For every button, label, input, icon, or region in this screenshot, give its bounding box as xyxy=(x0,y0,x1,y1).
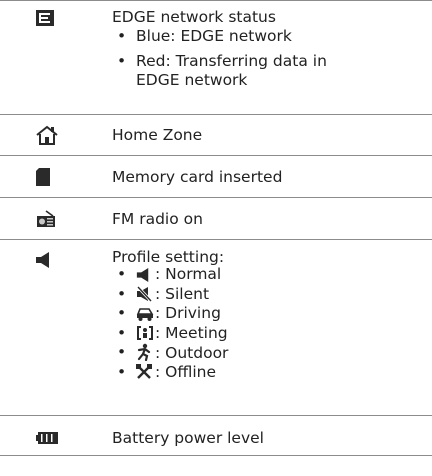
memory-card-icon xyxy=(36,168,50,186)
status-icon-table: EDGE network status Blue: EDGE network R… xyxy=(0,0,432,456)
running-person-icon xyxy=(136,343,154,361)
speaker-icon xyxy=(36,252,49,268)
profile-label: : Normal xyxy=(155,265,222,283)
row-title: Battery power level xyxy=(112,429,264,447)
table-row-memory-card: Memory card inserted xyxy=(0,156,432,198)
row-title: Profile setting: xyxy=(112,248,225,266)
silent-icon xyxy=(136,285,154,302)
profile-item-normal: : Normal xyxy=(112,265,432,285)
top-rule xyxy=(0,0,432,1)
profile-label: : Meeting xyxy=(155,323,228,342)
profile-label: : Silent xyxy=(155,284,210,303)
car-icon xyxy=(136,307,154,321)
profile-item-offline: : Offline xyxy=(112,363,432,383)
table-row-edge: EDGE network status Blue: EDGE network R… xyxy=(0,0,432,115)
bullet-list: Blue: EDGE network Red: Transferring dat… xyxy=(112,27,432,90)
home-zone-icon xyxy=(36,125,58,145)
crossed-tools-icon xyxy=(136,363,154,380)
bullet-item: Blue: EDGE network xyxy=(112,27,432,46)
row-title: Home Zone xyxy=(112,126,203,144)
row-title: Memory card inserted xyxy=(112,168,283,186)
table-row-battery: Battery power level xyxy=(0,416,432,456)
fm-radio-icon xyxy=(37,210,55,227)
edge-network-icon xyxy=(36,10,54,26)
speaker-icon xyxy=(136,268,154,282)
bullet-item: Red: Transferring data in EDGE network xyxy=(112,52,346,90)
profile-label: : Outdoor xyxy=(155,344,229,362)
profile-list: : Normal : Silent xyxy=(112,265,432,382)
profile-item-outdoor: : Outdoor xyxy=(112,343,432,363)
profile-item-driving: : Driving xyxy=(112,304,432,324)
table-row-home-zone: Home Zone xyxy=(0,115,432,156)
profile-label: : Driving xyxy=(155,304,221,322)
row-title: EDGE network status xyxy=(112,8,276,26)
profile-label: : Offline xyxy=(155,362,217,381)
row-title: FM radio on xyxy=(112,210,203,228)
profile-item-silent: : Silent xyxy=(112,285,432,305)
meeting-icon xyxy=(136,325,154,341)
table-row-profile-setting: Profile setting: : Normal : Silent xyxy=(0,240,432,416)
table-row-fm-radio: FM radio on xyxy=(0,198,432,240)
profile-item-meeting: : Meeting xyxy=(112,324,432,344)
battery-icon xyxy=(36,432,58,444)
